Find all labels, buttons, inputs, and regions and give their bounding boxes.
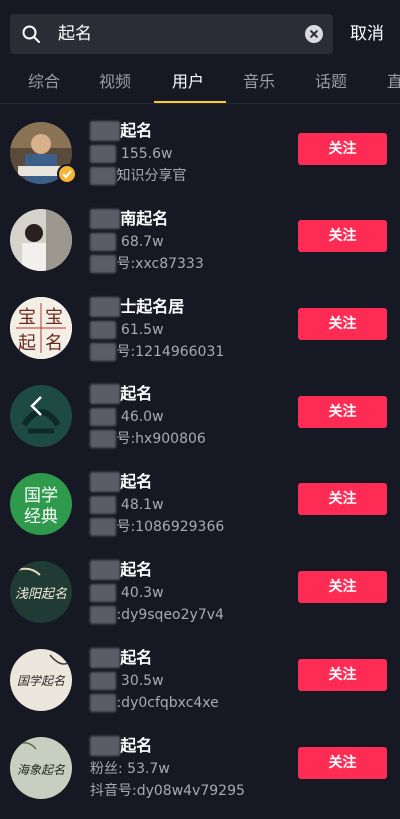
user-name: ■■士起名居 — [90, 297, 184, 317]
user-fans: ■■ 155.6w — [90, 145, 172, 163]
user-handle: ■■:dy9sqeo2y7v4 — [90, 606, 224, 624]
user-name: ■■南起名 — [90, 209, 168, 229]
user-name: ■■起名 — [90, 121, 152, 141]
tab-music[interactable]: 音乐 — [243, 71, 275, 93]
tab-all[interactable]: 综合 — [28, 71, 60, 93]
search-icon — [22, 25, 40, 43]
tab-topics[interactable]: 话题 — [315, 71, 347, 93]
user-name: ■■起名 — [90, 560, 152, 580]
user-name: ■■起名 — [90, 648, 152, 668]
avatar[interactable]: 国学 经典 — [10, 473, 72, 535]
verified-badge-icon — [57, 164, 77, 184]
follow-button[interactable]: 关注 — [298, 308, 387, 340]
user-fans: ■■ 46.0w — [90, 408, 164, 426]
avatar[interactable]: 宝 宝 起 名 — [10, 297, 72, 359]
user-fans: ■■ 48.1w — [90, 496, 164, 514]
tab-active-indicator — [154, 101, 226, 103]
follow-button[interactable]: 关注 — [298, 747, 387, 779]
clear-icon[interactable] — [305, 25, 323, 43]
follow-button[interactable]: 关注 — [298, 133, 387, 165]
user-handle: ■■:dy0cfqbxc4xe — [90, 694, 219, 712]
tab-users[interactable]: 用户 — [172, 71, 204, 93]
user-handle: 抖音号:dy08w4v79295 — [90, 783, 245, 799]
user-fans: ■■ 30.5w — [90, 672, 164, 690]
follow-button[interactable]: 关注 — [298, 571, 387, 603]
avatar-calligraphy: 浅阳起名 — [15, 587, 68, 602]
user-handle: ■■号:hx900806 — [90, 430, 206, 448]
avatar[interactable]: 海象起名 — [10, 737, 72, 799]
avatar-calligraphy: 海象起名 — [17, 763, 66, 777]
follow-button[interactable]: 关注 — [298, 659, 387, 691]
avatar[interactable]: 浅阳起名 — [10, 561, 72, 623]
user-fans: ■■ 40.3w — [90, 584, 164, 602]
follow-button[interactable]: 关注 — [298, 220, 387, 252]
avatar-char-1: 宝 — [18, 307, 36, 328]
user-handle: ■■号:1214966031 — [90, 343, 224, 361]
avatar-text-line-1: 国学 — [24, 486, 58, 506]
search-bar-row: 起名 取消 — [0, 0, 400, 66]
user-handle: ■■号:1086929366 — [90, 518, 224, 536]
avatar-char-2: 宝 — [45, 307, 63, 328]
tab-live[interactable]: 直 — [387, 71, 400, 93]
user-handle: ■■知识分享官 — [90, 167, 186, 185]
user-name: ■■起名 — [90, 736, 152, 756]
user-handle: ■■号:xxc87333 — [90, 255, 204, 273]
avatar-char-3: 起 — [18, 333, 36, 354]
tab-bar: 综合 视频 用户 音乐 话题 直 — [0, 66, 400, 104]
avatar-char-4: 名 — [45, 333, 63, 354]
cancel-button[interactable]: 取消 — [350, 22, 384, 46]
user-fans: ■■ 61.5w — [90, 321, 164, 339]
avatar[interactable] — [10, 209, 72, 271]
chevron-left-icon[interactable] — [28, 395, 46, 417]
user-fans: ■■ 68.7w — [90, 233, 164, 251]
user-name: ■■起名 — [90, 384, 152, 404]
avatar-text-line-2: 经典 — [24, 507, 58, 527]
follow-button[interactable]: 关注 — [298, 483, 387, 515]
search-input[interactable]: 起名 — [10, 14, 333, 54]
follow-button[interactable]: 关注 — [298, 396, 387, 428]
avatar-calligraphy: 国学起名 — [17, 674, 66, 688]
search-query-text: 起名 — [58, 24, 92, 44]
tab-videos[interactable]: 视频 — [99, 71, 131, 93]
user-name: ■■起名 — [90, 472, 152, 492]
avatar[interactable]: 国学起名 — [10, 649, 72, 711]
user-fans: 粉丝: 53.7w — [90, 761, 170, 777]
